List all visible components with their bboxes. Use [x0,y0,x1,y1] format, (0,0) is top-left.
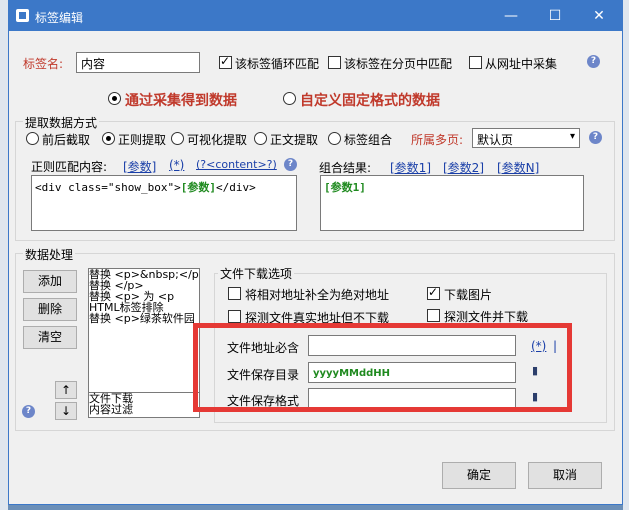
regex-content-suffix: </div> [215,181,256,194]
tag-name-input[interactable]: 内容 [76,52,200,73]
app-icon [16,9,29,22]
method-label-1: 正则提取 [118,133,167,147]
in-pagination-label: 该标签在分页中匹配 [344,57,453,71]
method-radio-0[interactable] [26,132,39,145]
relative-to-absolute-checkbox[interactable] [228,287,241,300]
close-button[interactable]: ✕ [577,1,621,31]
question-icon[interactable]: ? [284,158,297,171]
extract-section-label: 提取数据方式 [23,114,100,131]
detect-and-download-checkbox[interactable] [427,309,440,322]
regex-content-prefix: <div class="show_box"> [35,181,181,194]
regex-any-link[interactable]: (*) [169,158,184,172]
question-icon[interactable]: ? [587,55,600,68]
method-label-3: 正文提取 [270,133,319,147]
custom-fixed-label: 自定义固定格式的数据 [300,93,440,109]
regex-label: 正则匹配内容: [31,160,108,174]
combine-param1-link[interactable]: [参数1] [390,159,431,176]
method-radio-4[interactable] [328,132,341,145]
list-item[interactable]: 替换 <p>绿茶软件园 [89,313,199,324]
download-images-checkbox[interactable] [427,285,440,300]
relative-to-absolute-label: 将相对地址补全为绝对地址 [245,288,390,302]
detect-not-download-checkbox[interactable] [228,310,241,323]
tag-name-label: 标签名: [23,57,64,71]
by-collect-label: 通过采集得到数据 [125,93,237,109]
clear-button[interactable]: 清空 [23,326,77,349]
in-pagination-checkbox[interactable] [328,56,341,69]
combine-textarea[interactable]: [参数1] [320,175,584,231]
method-label-4: 标签组合 [344,133,393,147]
regex-content-link[interactable]: (?<content>?) [196,158,277,171]
page-label: 所属多页: [411,133,464,147]
window-title: 标签编辑 [35,11,84,25]
combine-value: [参数1] [324,181,366,194]
delete-button[interactable]: 删除 [23,298,77,321]
chevron-down-icon: ▾ [569,131,575,142]
download-images-label: 下载图片 [444,288,493,302]
method-radio-1[interactable] [102,132,115,145]
ok-button[interactable]: 确定 [442,462,516,489]
maximize-button[interactable]: ☐ [533,1,577,31]
combine-paramN-link[interactable]: [参数N] [497,159,539,176]
cancel-button[interactable]: 取消 [528,462,602,489]
move-down-button[interactable]: ↓ [55,402,77,420]
custom-fixed-radio[interactable] [283,92,296,105]
page-select-value: 默认页 [477,133,514,147]
loop-match-checkbox[interactable] [219,54,232,69]
list-spacer [89,324,199,393]
question-icon[interactable]: ? [22,405,35,418]
highlight-box [193,323,572,412]
regex-param-link[interactable]: [参数] [123,158,156,175]
download-section-label: 文件下载选项 [218,265,295,282]
move-up-button[interactable]: ↑ [55,381,77,399]
list-item[interactable]: 内容过滤 [89,404,199,415]
loop-match-label: 该标签循环匹配 [235,57,320,71]
tag-editor-window: 标签编辑 — ☐ ✕ 标签名: 内容 该标签循环匹配 该标签在分页中匹配 从网址… [8,0,623,505]
from-url-label: 从网址中采集 [485,57,558,71]
rules-list[interactable]: 替换 <p>&nbsp;</p> 替换 </p> 替换 <p> 为 <p HTM… [88,268,200,418]
background-app-left [0,0,8,510]
page-select[interactable]: 默认页 ▾ [472,128,580,148]
question-icon[interactable]: ? [589,131,602,144]
title-bar: 标签编辑 — ☐ ✕ [9,1,622,31]
method-radio-2[interactable] [171,132,184,145]
by-collect-radio[interactable] [108,92,121,105]
minimize-button[interactable]: — [489,1,533,31]
regex-content-param: [参数] [180,181,216,194]
from-url-checkbox[interactable] [469,56,482,69]
combine-param2-link[interactable]: [参数2] [443,159,484,176]
regex-textarea[interactable]: <div class="show_box">[参数]</div> [31,175,297,231]
method-label-0: 前后截取 [42,133,91,147]
add-button[interactable]: 添加 [23,270,77,293]
combine-label: 组合结果: [319,161,372,175]
method-label-2: 可视化提取 [187,133,248,147]
background-app-right [623,0,629,510]
method-radio-3[interactable] [254,132,267,145]
processing-section-label: 数据处理 [23,246,76,263]
